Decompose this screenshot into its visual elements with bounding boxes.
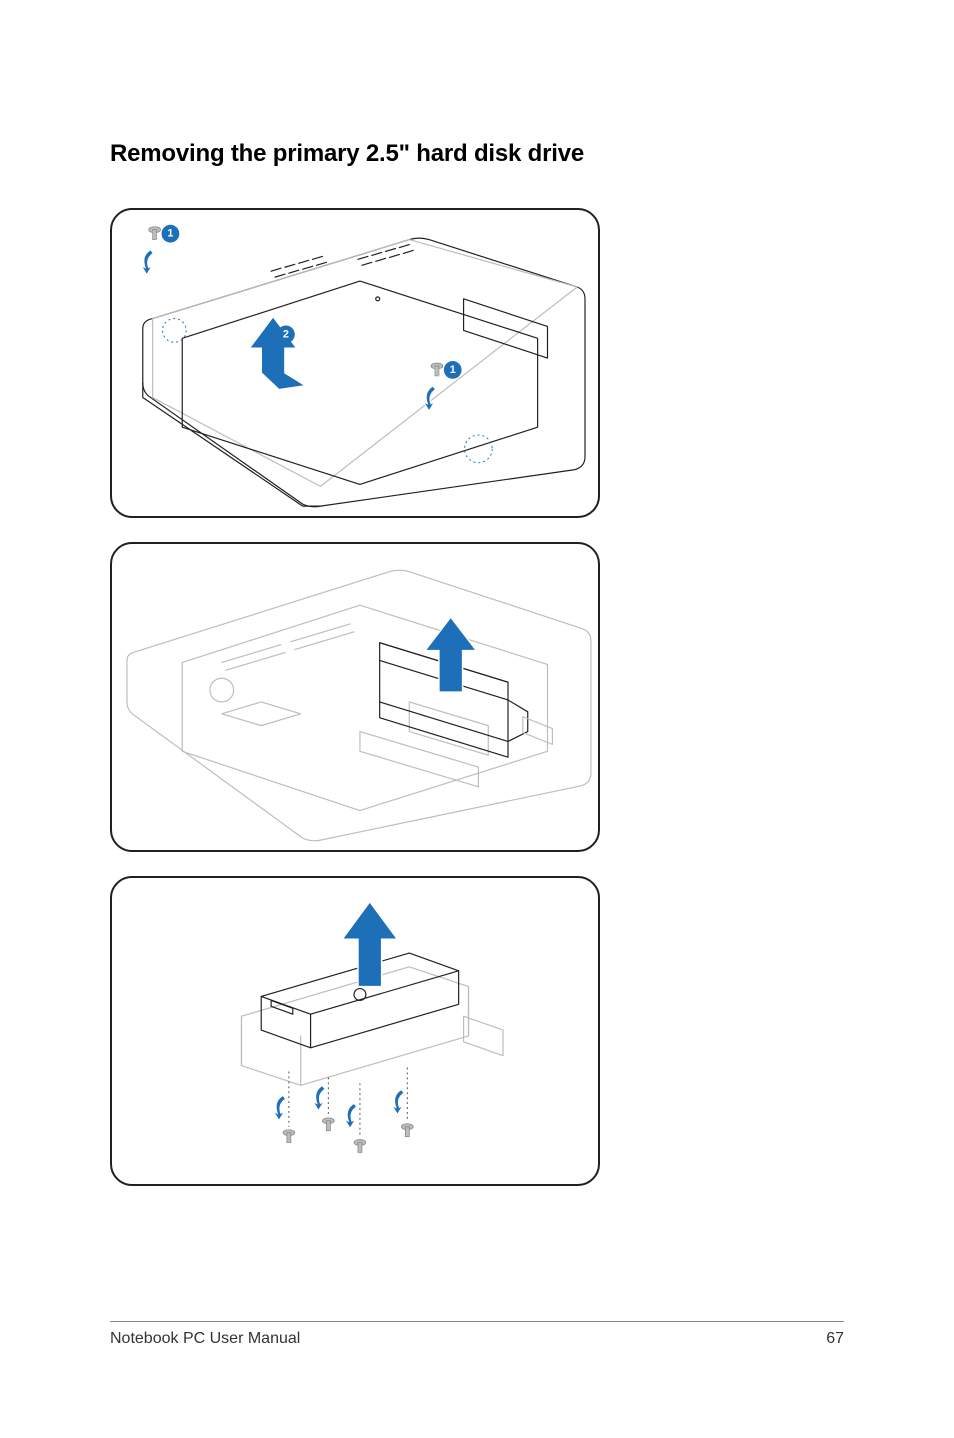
screw-group — [344, 1083, 366, 1152]
rotate-arrow-icon — [141, 249, 154, 275]
page-footer: Notebook PC User Manual 67 — [110, 1321, 844, 1348]
screw-group — [313, 1077, 335, 1130]
callout-1a-number: 1 — [167, 228, 173, 240]
rotate-arrow-icon — [344, 1103, 357, 1129]
diagram-3-illustration — [112, 878, 598, 1184]
section-heading: Removing the primary 2.5" hard disk driv… — [110, 140, 844, 168]
rotate-arrow-icon — [273, 1095, 286, 1121]
diagram-panel-1: 1 1 2 — [110, 208, 600, 518]
screw-icon — [283, 1130, 295, 1143]
page-number: 67 — [826, 1330, 844, 1348]
callout-2-number: 2 — [283, 328, 289, 340]
diagram-panel-2 — [110, 542, 600, 852]
screw-icon — [401, 1124, 413, 1137]
callout-1b-number: 1 — [450, 364, 456, 376]
rotate-arrow-icon — [392, 1089, 405, 1115]
diagram-2-illustration — [112, 544, 598, 850]
footer-title: Notebook PC User Manual — [110, 1330, 300, 1348]
screw-icon — [322, 1118, 334, 1131]
diagram-panels: 1 1 2 — [110, 208, 844, 1186]
diagram-1-illustration: 1 1 2 — [112, 210, 598, 516]
lift-arrow-icon — [249, 317, 305, 390]
diagram-panel-3 — [110, 876, 600, 1186]
rotate-arrow-icon — [313, 1085, 326, 1111]
screw-group — [392, 1068, 414, 1137]
screw-icon — [149, 227, 161, 240]
screw-icon — [354, 1140, 366, 1153]
lift-arrow-icon — [342, 902, 397, 987]
screw-icon — [431, 363, 443, 376]
